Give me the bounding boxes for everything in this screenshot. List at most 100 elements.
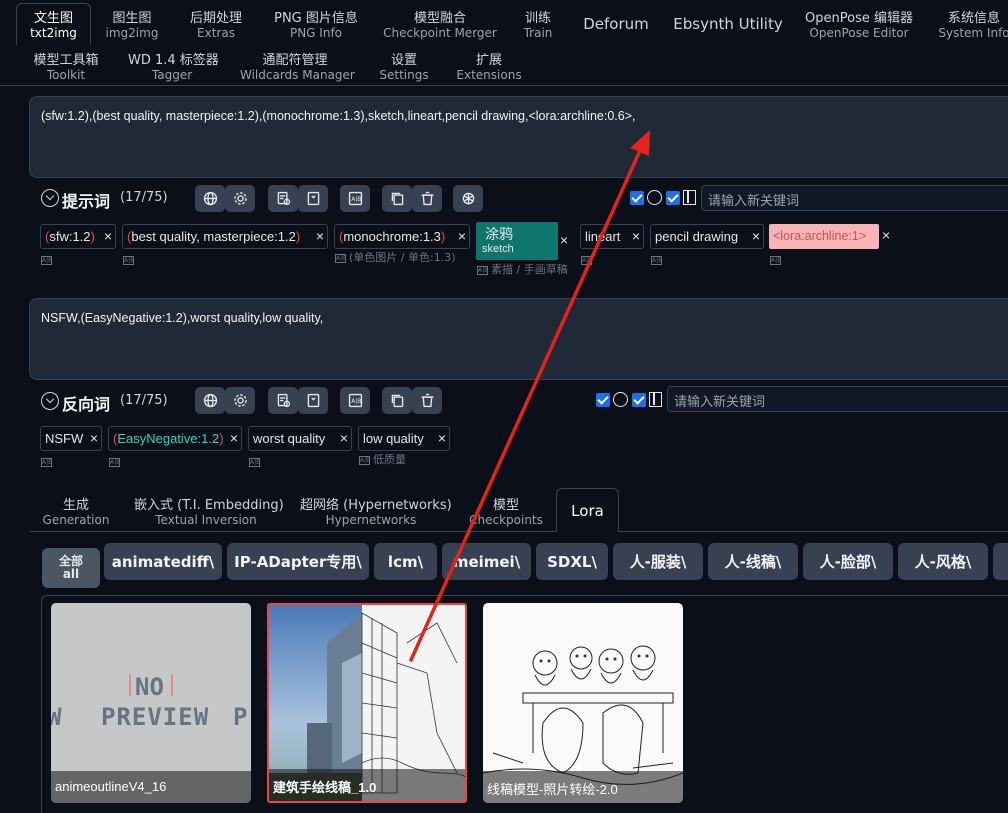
lora-card[interactable]: NO PREVIEW W P animeoutlineV4_16 xyxy=(51,603,251,803)
tab-generation[interactable]: 生成 Generation xyxy=(40,499,112,528)
tab-lora[interactable]: Lora xyxy=(556,488,619,532)
prompt-tag-lora[interactable]: <lora:archline:1> × xyxy=(769,224,895,249)
lora-card[interactable]: 线稿模型-照片转绘-2.0 xyxy=(483,603,683,803)
tab-checkpoints[interactable]: 模型 Checkpoints xyxy=(468,499,544,528)
panel-icon[interactable] xyxy=(683,190,696,205)
prompt-tag-highlighted[interactable]: 涂鸦 sketch × xyxy=(476,222,574,260)
clear-button[interactable] xyxy=(412,387,442,414)
tag-translate-icon: A|B xyxy=(41,458,53,467)
category-button[interactable]: animatediff\ xyxy=(104,543,222,580)
top-tab-txt2img[interactable]: 文生图 txt2img xyxy=(16,3,91,45)
gear-icon xyxy=(233,192,247,205)
category-button[interactable]: lcm\ xyxy=(374,543,437,580)
chatgpt-button[interactable] xyxy=(453,185,483,212)
remove-tag-icon[interactable]: × xyxy=(438,430,446,446)
copy-button[interactable] xyxy=(382,387,412,414)
prompt-textarea[interactable]: (sfw:1.2),(best quality, masterpiece:1.2… xyxy=(29,96,1008,178)
tab-label: 图生图 xyxy=(112,11,152,26)
tab-toolkit[interactable]: 模型工具箱 Toolkit xyxy=(26,54,106,83)
negative-tag[interactable]: low quality × xyxy=(358,426,450,451)
top-tab-deforum[interactable]: Deforum xyxy=(580,14,652,34)
tab-label: PNG 图片信息 xyxy=(274,11,358,26)
remove-tag-icon[interactable]: × xyxy=(340,430,348,446)
new-keyword-input[interactable]: 请输入新关键词 xyxy=(701,185,1008,211)
prompt-tag[interactable]: (monochrome:1.3) × xyxy=(334,224,470,249)
remove-tag-icon[interactable]: × xyxy=(458,228,466,244)
history-button[interactable] xyxy=(268,185,298,212)
tag-translate-icon: A|B xyxy=(651,256,663,265)
category-button[interactable]: 人-服装\ xyxy=(613,543,703,580)
collapse-prompt-icon[interactable] xyxy=(41,189,59,207)
favorites-button[interactable] xyxy=(298,185,328,212)
translate-tags-button[interactable]: A|B xyxy=(340,185,370,212)
tab-label: 训练 xyxy=(524,11,551,26)
category-button[interactable]: 人-风格\ xyxy=(898,543,988,580)
negative-tag[interactable]: worst quality × xyxy=(248,426,352,451)
settings-button[interactable] xyxy=(225,387,255,414)
collapse-negative-icon[interactable] xyxy=(41,392,59,410)
top-tab-ebsynth-utility[interactable]: Ebsynth Utility xyxy=(670,14,786,34)
tag-translate-icon: A|B xyxy=(109,458,121,467)
history-button[interactable] xyxy=(268,387,298,414)
tab-textual-inversion[interactable]: 嵌入式 (T.I. Embedding) Textual Inversion xyxy=(134,499,284,528)
settings-button[interactable] xyxy=(225,185,255,212)
remove-tag-icon[interactable]: × xyxy=(90,430,98,446)
tab-settings[interactable]: 设置 Settings xyxy=(376,54,432,83)
category-button[interactable]: meimei\ xyxy=(442,543,531,580)
category-button[interactable]: 人-脸部\ xyxy=(803,543,893,580)
copy-button[interactable] xyxy=(382,185,412,212)
tag-text: worst quality xyxy=(253,431,326,446)
negative-tag[interactable]: (EasyNegative:1.2) × xyxy=(108,426,242,451)
tab-label: Lora xyxy=(571,502,604,520)
text-ab-icon: A|B xyxy=(348,191,362,206)
clock-icon[interactable] xyxy=(613,392,628,407)
remove-tag-icon[interactable]: × xyxy=(752,228,760,244)
tag-text: low quality xyxy=(363,431,424,446)
clear-button[interactable] xyxy=(412,185,442,212)
category-button[interactable]: IP-ADapter专用\ xyxy=(227,543,369,580)
remove-tag-icon[interactable]: × xyxy=(882,227,890,243)
tab-wildcards-manager[interactable]: 通配符管理 Wildcards Manager xyxy=(240,54,355,83)
translate-tags-button[interactable]: A|B xyxy=(340,387,370,414)
remove-tag-icon[interactable]: × xyxy=(230,430,238,446)
top-tab-img2img[interactable]: 图生图 img2img xyxy=(100,11,164,41)
tab-hypernetworks[interactable]: 超网络 (Hypernetworks) Hypernetworks xyxy=(300,499,452,528)
negative-label: 反向词 xyxy=(62,395,111,414)
category-button-partial[interactable] xyxy=(993,543,1008,580)
negative-prompt-textarea[interactable]: NSFW,(EasyNegative:1.2),worst quality,lo… xyxy=(29,298,1008,380)
new-keyword-input[interactable]: 请输入新关键词 xyxy=(667,386,1008,412)
prompt-tag[interactable]: (sfw:1.2) × xyxy=(40,224,116,249)
top-tab-png-info[interactable]: PNG 图片信息 PNG Info xyxy=(268,11,364,41)
remove-tag-icon[interactable]: × xyxy=(316,228,324,244)
category-all-button[interactable]: 全部 all xyxy=(42,548,100,588)
remove-tag-icon[interactable]: × xyxy=(104,228,112,244)
negative-tag[interactable]: NSFW × xyxy=(40,426,102,451)
top-tab-extras[interactable]: 后期处理 Extras xyxy=(180,12,252,41)
prompt-tag[interactable]: lineart × xyxy=(580,224,644,249)
top-tab-checkpoint-merger[interactable]: 模型融合 Checkpoint Merger xyxy=(382,12,498,41)
panel-icon[interactable] xyxy=(649,392,662,407)
top-tab-openpose-editor[interactable]: OpenPose 编辑器 OpenPose Editor xyxy=(804,12,914,41)
gear-icon xyxy=(233,394,247,407)
enable-checkbox[interactable] xyxy=(630,191,644,205)
clock-icon[interactable] xyxy=(647,190,662,205)
translate-button[interactable] xyxy=(195,387,225,414)
top-tab-train[interactable]: 训练 Train xyxy=(514,11,562,41)
top-tab-system-info[interactable]: 系统信息 System Info xyxy=(936,12,1008,41)
translate-button[interactable] xyxy=(195,185,225,212)
prompt-tag[interactable]: (best quality, masterpiece:1.2) × xyxy=(122,224,328,249)
tab-tagger[interactable]: WD 1.4 标签器 Tagger xyxy=(128,54,219,83)
category-button[interactable]: SDXL\ xyxy=(536,543,608,580)
tab-extensions[interactable]: 扩展 Extensions xyxy=(456,54,522,83)
favorites-button[interactable] xyxy=(298,387,328,414)
lora-card-selected[interactable]: 建筑手绘线稿_1.0 xyxy=(267,603,467,803)
prompt-tag[interactable]: pencil drawing × xyxy=(650,224,764,249)
remove-tag-icon[interactable]: × xyxy=(560,232,568,248)
option-checkbox[interactable] xyxy=(666,191,680,205)
enable-checkbox[interactable] xyxy=(596,393,610,407)
tag-text: monochrome:1.3 xyxy=(343,229,441,244)
remove-tag-icon[interactable]: × xyxy=(632,228,640,244)
category-button[interactable]: 人-线稿\ xyxy=(708,543,798,580)
option-checkbox[interactable] xyxy=(632,393,646,407)
trash-icon xyxy=(421,191,433,206)
